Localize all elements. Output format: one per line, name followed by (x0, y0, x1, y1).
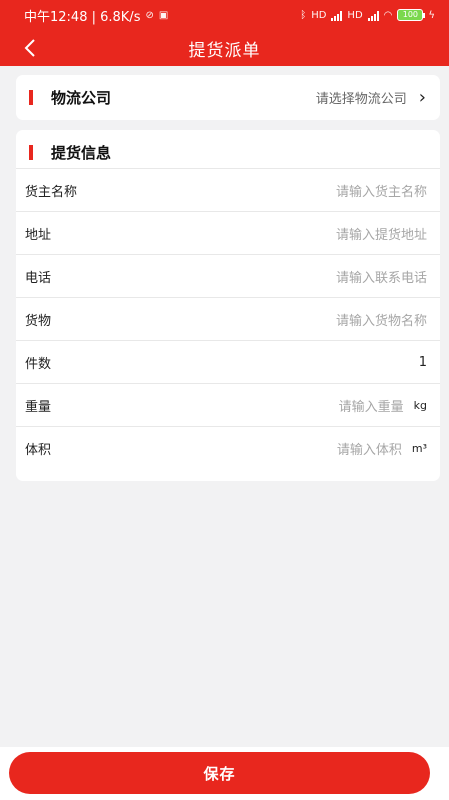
hd-signal-2: HD (347, 9, 363, 21)
weight-input-group[interactable]: 请输入重量 kg (339, 396, 427, 415)
owner-name-row[interactable]: 货主名称 请输入货主名称 (16, 168, 440, 211)
phone-input[interactable]: 请输入联系电话 (336, 267, 427, 286)
volume-label: 体积 (25, 442, 52, 458)
phone-label: 电话 (25, 270, 52, 286)
quantity-label: 件数 (25, 356, 52, 372)
notification-icon: ▣ (158, 9, 169, 21)
back-icon (24, 39, 35, 57)
logistics-company-card[interactable]: 物流公司 请选择物流公司 › (16, 75, 440, 120)
logistics-company-label: 物流公司 (51, 89, 112, 107)
goods-input[interactable]: 请输入货物名称 (336, 310, 427, 329)
battery-icon: 100 (397, 9, 426, 21)
page-title: 提货派单 (188, 40, 261, 61)
phone-row[interactable]: 电话 请输入联系电话 (16, 254, 440, 297)
navigation-bar: 提货派单 (0, 30, 449, 66)
weight-label: 重量 (25, 399, 52, 415)
goods-row[interactable]: 货物 请输入货物名称 (16, 297, 440, 340)
volume-unit: m³ (411, 441, 427, 455)
section-marker (29, 90, 33, 105)
owner-name-label: 货主名称 (25, 184, 78, 200)
app-header: 中午12:48 | 6.8K/s ⊘ ▣ ᛒ HD HD ◠ 100 ϟ 提货派… (0, 0, 449, 66)
status-time-speed: 中午12:48 | 6.8K/s (24, 9, 141, 25)
status-left: 中午12:48 | 6.8K/s ⊘ ▣ (24, 6, 168, 25)
weight-input[interactable]: 请输入重量 (339, 396, 404, 415)
volume-row[interactable]: 体积 请输入体积 m³ (16, 426, 440, 469)
footer-bar: 保存 (0, 747, 449, 800)
section-marker (29, 145, 33, 160)
logistics-company-placeholder: 请选择物流公司 (315, 92, 407, 107)
mute-icon: ⊘ (145, 9, 154, 21)
wifi-icon: ◠ (383, 9, 393, 21)
pickup-info-title: 提货信息 (51, 144, 112, 162)
address-label: 地址 (25, 227, 52, 243)
back-button[interactable] (14, 32, 46, 64)
volume-input[interactable]: 请输入体积 (337, 439, 402, 458)
status-right: ᛒ HD HD ◠ 100 ϟ (300, 9, 435, 21)
charging-icon: ϟ (428, 9, 435, 21)
weight-unit: kg (413, 398, 427, 412)
goods-label: 货物 (25, 313, 52, 329)
quantity-row[interactable]: 件数 1 (16, 340, 440, 383)
chevron-right-icon: › (418, 86, 426, 108)
weight-row[interactable]: 重量 请输入重量 kg (16, 383, 440, 426)
pickup-info-card: 提货信息 货主名称 请输入货主名称 地址 请输入提货地址 电话 请输入联系电话 … (16, 130, 440, 481)
hd-signal-1: HD (311, 9, 327, 21)
signal-1-icon (331, 10, 343, 21)
status-bar: 中午12:48 | 6.8K/s ⊘ ▣ ᛒ HD HD ◠ 100 ϟ (0, 0, 449, 30)
volume-input-group[interactable]: 请输入体积 m³ (337, 439, 427, 458)
address-input[interactable]: 请输入提货地址 (336, 224, 427, 243)
logistics-company-selector[interactable]: 请选择物流公司 › (316, 75, 426, 120)
address-row[interactable]: 地址 请输入提货地址 (16, 211, 440, 254)
signal-2-icon (367, 10, 379, 21)
owner-name-input[interactable]: 请输入货主名称 (336, 181, 427, 200)
save-button[interactable]: 保存 (9, 752, 430, 794)
bluetooth-icon: ᛒ (300, 9, 307, 21)
quantity-input[interactable]: 1 (419, 355, 427, 370)
